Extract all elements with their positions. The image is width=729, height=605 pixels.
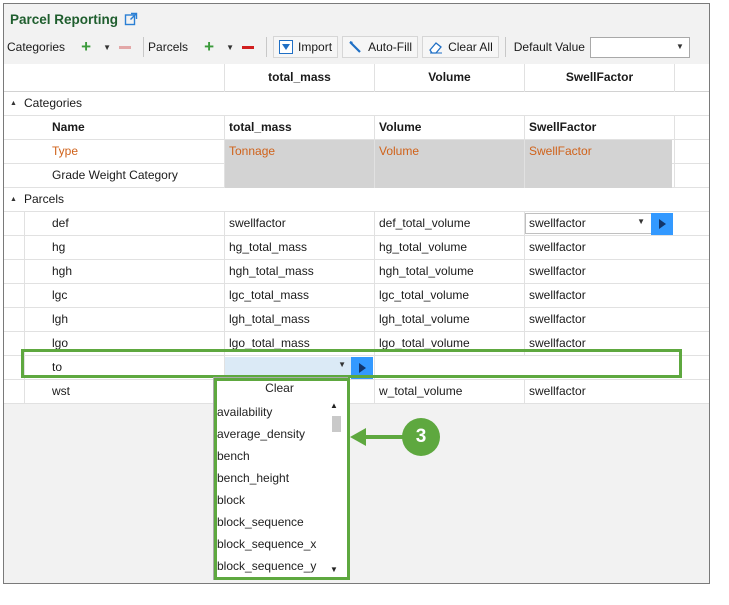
column-header-volume[interactable]: Volume [375,64,524,92]
wand-icon [349,41,361,53]
type-name-cell: Type [52,144,79,158]
auto-fill-label: Auto-Fill [368,40,413,54]
swellfactor-header: SwellFactor [529,120,597,134]
toolbar: Categories + ▼ Parcels + ▼ Import Auto-F… [4,34,709,60]
parcels-section-header[interactable]: ▲ Parcels [4,188,709,212]
parcel-name-cell: lgh [52,312,69,326]
toolbar-separator [504,37,506,57]
add-category-dropdown-arrow-icon[interactable]: ▼ [101,43,113,52]
callout-arrow-icon [350,428,406,446]
grade-volume-cell[interactable] [375,164,524,188]
type-swellfactor-cell[interactable]: SwellFactor [525,140,674,164]
parcels-label: Parcels [148,40,189,54]
parcel-reporting-panel: Parcel Reporting Categories + ▼ Parcels … [3,3,710,584]
default-value-select[interactable]: ▼ [589,36,690,58]
chevron-down-icon: ▼ [676,41,684,51]
parcel-swellfactor-cell[interactable]: swellfactor [525,260,674,284]
collapse-triangle-icon[interactable]: ▲ [10,100,17,107]
parcel-name-cell: lgc [52,288,68,302]
parcel-name-cell: wst [52,384,70,398]
parcel-volume-cell[interactable]: lgc_total_volume [375,284,524,308]
import-label: Import [298,40,333,54]
grade-swellfactor-cell[interactable] [525,164,672,188]
auto-fill-button[interactable]: Auto-Fill [342,36,419,58]
parcel-name-cell: hg [52,240,66,254]
categories-header-row: Name total_mass Volume SwellFactor [4,116,709,140]
grade-name-cell: Grade Weight Category [52,168,178,182]
table-row[interactable]: lgc lgc_total_mass lgc_total_volume swel… [4,284,709,308]
parcel-name-cell: hgh [52,264,73,278]
default-value-label: Default Value [513,40,585,54]
total-mass-header: total_mass [229,120,292,134]
chevron-down-icon: ▼ [637,217,645,226]
grade-weight-category-row: Grade Weight Category [4,164,709,188]
name-header: Name [52,120,85,134]
parcel-volume-cell[interactable]: def_total_volume [375,212,524,236]
parcel-volume-cell[interactable]: lgh_total_volume [375,308,524,332]
add-category-plus-icon[interactable]: + [77,37,95,57]
parcel-swellfactor-cell[interactable]: swellfactor [525,236,674,260]
table-row[interactable]: lgh lgh_total_mass lgh_total_volume swel… [4,308,709,332]
parcel-total-mass-cell[interactable]: swellfactor [225,212,374,236]
parcel-swellfactor-cell[interactable]: swellfactor [525,284,674,308]
table-row[interactable]: def swellfactor def_total_volume ▼ swell… [4,212,709,236]
remove-category-minus-icon[interactable] [119,45,132,49]
parcels-section-label: Parcels [24,192,65,206]
parcel-total-mass-cell[interactable]: lgh_total_mass [225,308,374,332]
toolbar-separator [143,37,145,57]
table-row[interactable]: hg hg_total_mass hg_total_volume swellfa… [4,236,709,260]
volume-header: Volume [379,120,422,134]
parcel-total-mass-cell[interactable]: hgh_total_mass [225,260,374,284]
play-arrow-icon [659,219,666,229]
parcel-total-mass-cell[interactable]: hg_total_mass [225,236,374,260]
external-link-icon[interactable] [124,12,138,26]
toolbar-separator [266,37,268,57]
table-row[interactable]: wst w_total_volume swellfactor [4,380,709,404]
remove-parcel-minus-icon[interactable] [242,45,255,49]
eraser-icon [429,41,443,54]
clear-all-label: Clear All [448,40,493,54]
type-total-mass-cell[interactable]: Tonnage [225,140,374,164]
parcel-name-cell: def [52,216,69,230]
collapse-triangle-icon[interactable]: ▲ [10,196,17,203]
parcel-volume-cell[interactable]: hgh_total_volume [375,260,524,284]
column-header-total-mass[interactable]: total_mass [225,64,374,92]
categories-section-label: Categories [24,96,83,110]
dropdown-highlight-box [214,378,350,580]
parcel-volume-cell[interactable]: w_total_volume [375,380,524,404]
parcel-volume-cell[interactable]: hg_total_volume [375,236,524,260]
categories-section-header[interactable]: ▲ Categories [4,92,709,116]
add-parcel-dropdown-arrow-icon[interactable]: ▼ [224,43,236,52]
panel-title-text: Parcel Reporting [10,11,119,27]
panel-title: Parcel Reporting [10,9,138,29]
type-volume-cell[interactable]: Volume [375,140,524,164]
grade-total-mass-cell[interactable] [225,164,374,188]
categories-label: Categories [7,40,66,54]
row-highlight-box [21,349,682,378]
add-parcel-plus-icon[interactable]: + [200,37,218,57]
table-row[interactable]: hgh hgh_total_mass hgh_total_volume swel… [4,260,709,284]
parcel-swellfactor-cell[interactable]: swellfactor [525,380,674,404]
parcel-total-mass-cell[interactable]: lgc_total_mass [225,284,374,308]
type-row: Type Tonnage Volume SwellFactor [4,140,709,164]
column-header-swellfactor[interactable]: SwellFactor [525,64,674,92]
expand-button[interactable] [651,213,673,235]
parcel-swellfactor-cell: swellfactor [529,216,586,230]
import-button[interactable]: Import [273,36,339,58]
parcel-swellfactor-cell[interactable]: swellfactor [525,308,674,332]
column-header-row: total_mass Volume SwellFactor [4,64,709,92]
callout-number-badge: 3 [402,418,440,456]
clear-all-button[interactable]: Clear All [422,36,499,58]
import-icon [279,40,294,54]
